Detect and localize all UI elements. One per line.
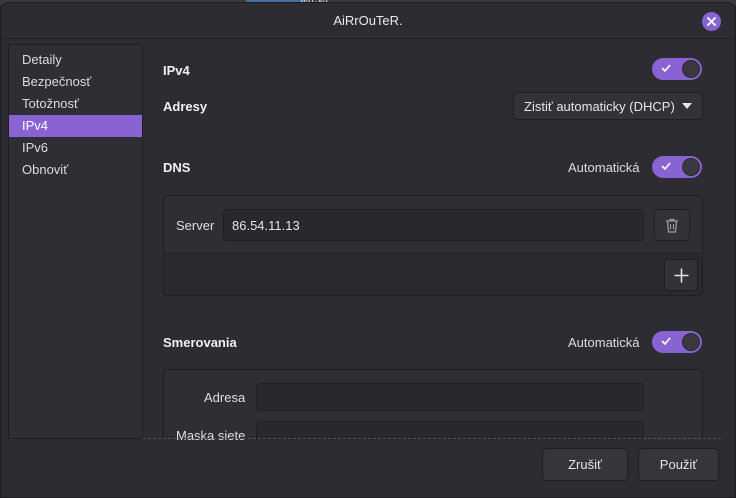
routes-label: Smerovania xyxy=(163,335,237,350)
routes-auto-switch[interactable] xyxy=(652,331,702,353)
ipv4-settings-panel: IPv4 Adresy Zistiť automaticky (DHCP) DN… xyxy=(143,40,735,440)
ipv4-label: IPv4 xyxy=(163,63,190,78)
connection-settings-dialog: AiRrOuTeR. Detaily Bezpečnosť Totožnosť … xyxy=(0,2,736,498)
dns-auto-label: Automatická xyxy=(568,160,640,175)
scroll-edge-divider xyxy=(143,438,721,439)
switch-knob xyxy=(682,60,700,78)
delete-dns-server-button[interactable] xyxy=(654,209,690,241)
routes-list: Adresa Maska siete xyxy=(163,369,703,440)
ipv4-method-value: Zistiť automaticky (DHCP) xyxy=(524,98,675,114)
check-icon xyxy=(661,162,671,171)
route-address-input[interactable] xyxy=(256,383,644,411)
close-button[interactable] xyxy=(702,12,721,31)
window-title: AiRrOuTeR. xyxy=(333,13,403,28)
check-icon xyxy=(661,337,671,346)
sidebar-item-security[interactable]: Bezpečnosť xyxy=(9,71,142,93)
dns-servers-list: Server xyxy=(163,195,703,296)
chevron-down-icon xyxy=(682,103,692,109)
dns-server-input[interactable] xyxy=(223,209,644,241)
trash-icon xyxy=(666,218,678,233)
sidebar-item-details[interactable]: Detaily xyxy=(9,49,142,71)
dns-list-footer xyxy=(164,255,702,295)
titlebar: AiRrOuTeR. xyxy=(1,3,735,39)
dns-auto-switch[interactable] xyxy=(652,156,702,178)
add-dns-server-button[interactable] xyxy=(664,259,698,291)
check-icon xyxy=(661,64,671,73)
sidebar: Detaily Bezpečnosť Totožnosť IPv4 IPv6 O… xyxy=(8,44,143,439)
sidebar-item-ipv6[interactable]: IPv6 xyxy=(9,137,142,159)
routes-auto-label: Automatická xyxy=(568,335,640,350)
switch-knob xyxy=(682,333,700,351)
close-icon xyxy=(707,17,716,26)
sidebar-item-identity[interactable]: Totožnosť xyxy=(9,93,142,115)
dns-label: DNS xyxy=(163,160,191,175)
ipv4-switch[interactable] xyxy=(652,58,702,80)
dns-server-label: Server xyxy=(176,218,215,233)
ipv4-method-dropdown[interactable]: Zistiť automaticky (DHCP) xyxy=(513,92,703,120)
apply-button[interactable]: Použiť xyxy=(638,448,719,481)
cancel-button[interactable]: Zrušiť xyxy=(542,448,628,481)
route-address-label: Adresa xyxy=(204,390,246,405)
addresses-label: Adresy xyxy=(163,99,208,114)
plus-icon xyxy=(674,268,688,282)
sidebar-item-ipv4[interactable]: IPv4 xyxy=(9,115,142,137)
dns-server-row: Server xyxy=(164,196,702,254)
sidebar-item-reset[interactable]: Obnoviť xyxy=(9,159,142,181)
switch-knob xyxy=(682,158,700,176)
